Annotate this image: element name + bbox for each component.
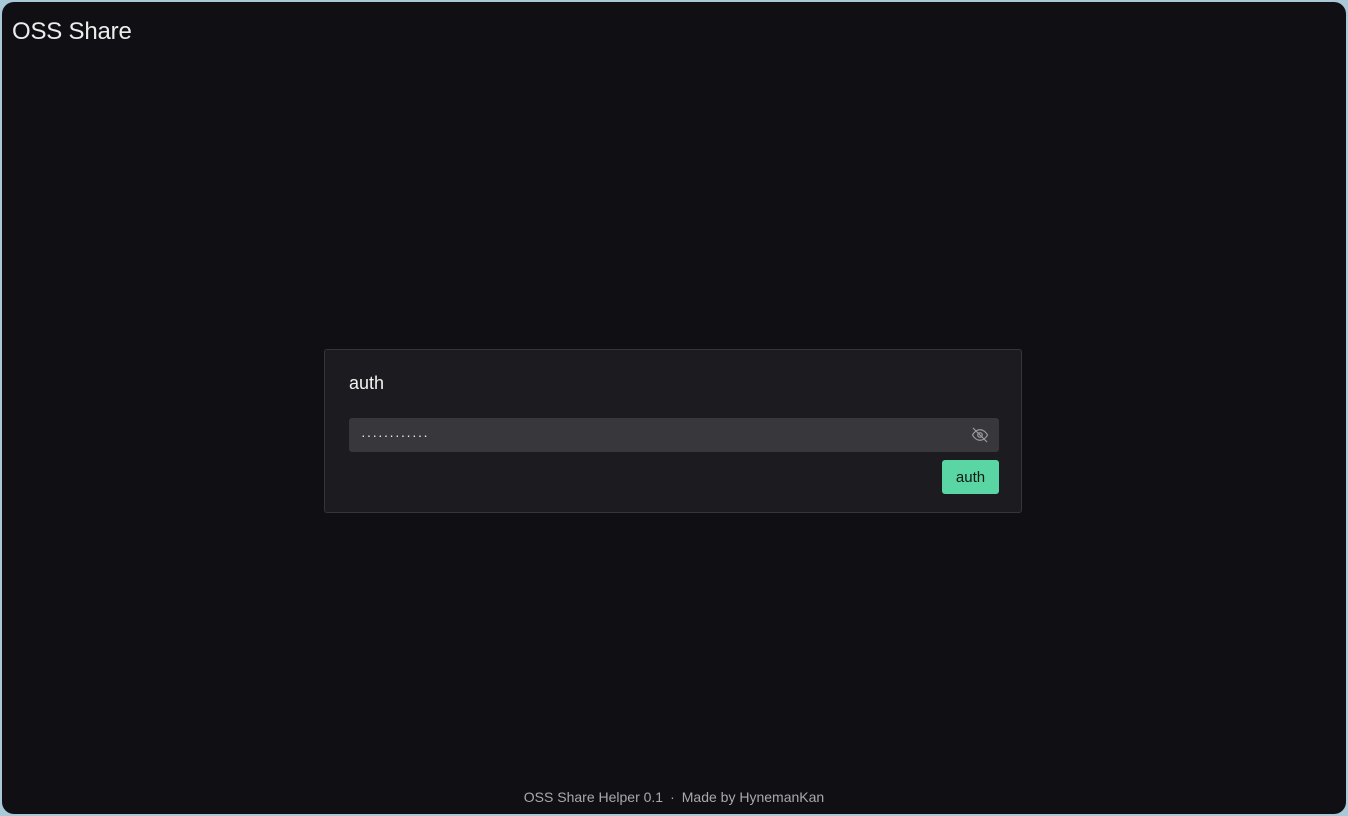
eye-off-icon[interactable] bbox=[971, 426, 989, 444]
auth-card: auth auth bbox=[324, 349, 1022, 513]
footer: OSS Share Helper 0.1 · Made by HynemanKan bbox=[2, 789, 1346, 805]
app-window: OSS Share auth auth OSS Share Helper 0.1… bbox=[2, 2, 1346, 814]
footer-version: OSS Share Helper 0.1 bbox=[523, 789, 664, 805]
auth-button[interactable]: auth bbox=[942, 460, 999, 494]
footer-separator: · bbox=[670, 789, 675, 805]
footer-credit: Made by HynemanKan bbox=[681, 789, 825, 805]
auth-card-title: auth bbox=[349, 373, 385, 393]
password-field-wrapper bbox=[349, 418, 999, 452]
password-input[interactable] bbox=[349, 418, 959, 452]
app-title: OSS Share bbox=[12, 18, 132, 45]
